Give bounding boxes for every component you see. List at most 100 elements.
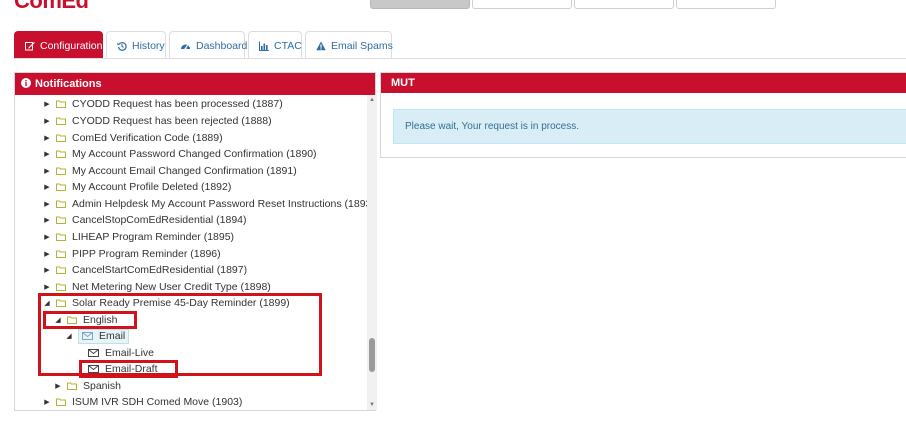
tab-email-spams[interactable]: Email Spams	[305, 31, 393, 59]
caret-down-icon[interactable]: ◢	[42, 295, 52, 311]
tree-item-label[interactable]: CancelStartComEdResidential (1897)	[72, 264, 247, 276]
tab-dashboard-label: Dashboard	[196, 39, 248, 52]
folder-icon	[56, 134, 66, 142]
tree-item-label[interactable]: ComEd Verification Code (1889)	[72, 132, 223, 144]
tree-item[interactable]: ▶ Spanish	[53, 378, 121, 394]
top-nav-button-4[interactable]	[676, 0, 776, 9]
tree-item-label[interactable]: Spanish	[83, 380, 121, 392]
tab-history[interactable]: History	[106, 31, 166, 59]
caret-right-icon[interactable]: ▶	[42, 179, 52, 195]
bar-chart-icon	[259, 41, 269, 51]
tree-item[interactable]: ▶ ComEd Verification Code (1889)	[42, 130, 223, 146]
tree-item-label[interactable]: Email-Draft	[105, 363, 158, 375]
tree-item-label[interactable]: Admin Helpdesk My Account Password Reset…	[72, 198, 367, 210]
notifications-panel: Notifications ▶ CYODD Request has been p…	[14, 72, 377, 411]
dashboard-icon	[180, 41, 191, 51]
tree-item[interactable]: ▶ CYODD Request has been processed (1887…	[42, 96, 283, 112]
tree-scrollbar[interactable]: ▲ ▼	[367, 95, 377, 410]
caret-right-icon[interactable]: ▶	[42, 96, 52, 112]
tree-item[interactable]: ▶ CYODD Request has been rejected (1888)	[42, 113, 272, 129]
notifications-title: Notifications	[35, 78, 102, 90]
tree-item-label[interactable]: My Account Password Changed Confirmation…	[72, 148, 317, 160]
envelope-icon	[88, 349, 99, 357]
caret-right-icon[interactable]: ▶	[42, 394, 52, 410]
caret-right-icon[interactable]: ▶	[42, 279, 52, 295]
folder-icon	[67, 316, 77, 324]
tree-item-expanded[interactable]: ◢ Email	[64, 328, 130, 344]
scrollbar-thumb[interactable]	[369, 338, 375, 372]
tree-item-label[interactable]: My Account Email Changed Confirmation (1…	[72, 165, 297, 177]
tab-configuration-label: Configuration	[40, 39, 103, 52]
detail-title: MUT	[391, 77, 415, 89]
tree-item[interactable]: ▶ CancelStopComEdResidential (1894)	[42, 212, 247, 228]
tree-item[interactable]: ▶ My Account Email Changed Confirmation …	[42, 163, 297, 179]
folder-icon	[56, 183, 66, 191]
caret-right-icon[interactable]: ▶	[42, 212, 52, 228]
tree-item-label[interactable]: ISUM IVR SDH Comed Move (1903)	[72, 396, 242, 408]
caret-right-icon[interactable]: ▶	[42, 262, 52, 278]
caret-right-icon[interactable]: ▶	[42, 246, 52, 262]
tree-item-label[interactable]: PIPP Program Reminder (1896)	[72, 248, 221, 260]
top-nav-button-3[interactable]	[574, 0, 674, 9]
caret-right-icon[interactable]: ▶	[53, 378, 63, 394]
tree-item[interactable]: ▶ ISUM IVR SDH Comed Move (1903)	[42, 394, 242, 410]
tree-item-selected[interactable]: Email	[78, 328, 130, 344]
tree-item-label[interactable]: LIHEAP Program Reminder (1895)	[72, 231, 234, 243]
caret-right-icon[interactable]: ▶	[42, 130, 52, 146]
tree-item[interactable]: ▶ PIPP Program Reminder (1896)	[42, 246, 221, 262]
tree-item-expanded[interactable]: ◢ Solar Ready Premise 45-Day Reminder (1…	[42, 295, 290, 311]
tree-item-label[interactable]: Solar Ready Premise 45-Day Reminder (189…	[72, 297, 290, 309]
tree-item[interactable]: ▶ CancelStartComEdResidential (1897)	[42, 262, 247, 278]
main-tabs: Configuration History Dashboard CTAC Ema…	[14, 31, 395, 59]
top-nav-button-1[interactable]	[370, 0, 470, 9]
warning-icon	[316, 41, 326, 51]
tree-item-label[interactable]: CancelStopComEdResidential (1894)	[72, 214, 247, 226]
notification-tree: ▶ CYODD Request has been processed (1887…	[15, 95, 367, 410]
folder-icon	[56, 398, 66, 406]
caret-right-icon[interactable]: ▶	[42, 113, 52, 129]
tree-item[interactable]: ▶ Net Metering New User Credit Type (189…	[42, 279, 271, 295]
scroll-up-arrow-icon[interactable]: ▲	[367, 95, 377, 105]
folder-icon	[56, 266, 66, 274]
tree-item[interactable]: ▶ My Account Password Changed Confirmati…	[42, 146, 317, 162]
detail-panel: MUT Please wait, Your request is in proc…	[380, 72, 906, 158]
tree-item[interactable]: ▶ LIHEAP Program Reminder (1895)	[42, 229, 234, 245]
caret-right-icon[interactable]: ▶	[42, 229, 52, 245]
info-icon	[21, 77, 31, 91]
tab-ctac-label: CTAC	[274, 39, 302, 52]
folder-icon	[56, 250, 66, 258]
tree-item-label[interactable]: Email-Live	[105, 347, 154, 359]
tree-item-label[interactable]: English	[83, 314, 117, 326]
tree-item[interactable]: ▶ My Account Profile Deleted (1892)	[42, 179, 231, 195]
folder-icon	[56, 100, 66, 108]
tree-item[interactable]: Email-Draft	[88, 361, 158, 377]
caret-down-icon[interactable]: ◢	[64, 328, 74, 344]
tree-item-label[interactable]: My Account Profile Deleted (1892)	[72, 181, 231, 193]
edit-icon	[25, 41, 35, 51]
caret-right-icon[interactable]: ▶	[42, 196, 52, 212]
tree-item[interactable]: ▶ Admin Helpdesk My Account Password Res…	[42, 196, 367, 212]
folder-icon	[56, 167, 66, 175]
caret-right-icon[interactable]: ▶	[42, 163, 52, 179]
tab-history-label: History	[132, 39, 165, 52]
folder-icon	[56, 200, 66, 208]
folder-icon	[67, 382, 77, 390]
tree-item[interactable]: Email-Live	[88, 345, 154, 361]
tab-dashboard[interactable]: Dashboard	[169, 31, 248, 59]
scroll-down-arrow-icon[interactable]: ▼	[367, 400, 377, 410]
tab-configuration[interactable]: Configuration	[14, 31, 103, 59]
notifications-header: Notifications	[15, 73, 375, 95]
folder-icon	[56, 299, 66, 307]
tree-item-label[interactable]: Net Metering New User Credit Type (1898)	[72, 281, 271, 293]
caret-down-icon[interactable]: ◢	[53, 312, 63, 328]
tree-item-label[interactable]: Email	[99, 330, 125, 342]
top-nav-button-2[interactable]	[472, 0, 572, 9]
tree-item-expanded[interactable]: ◢ English	[53, 312, 117, 328]
folder-icon	[56, 283, 66, 291]
comed-logo: ComEd®	[14, 0, 94, 13]
tree-item-label[interactable]: CYODD Request has been rejected (1888)	[72, 115, 272, 127]
loading-message: Please wait, Your request is in process.	[405, 121, 579, 132]
tree-item-label[interactable]: CYODD Request has been processed (1887)	[72, 98, 283, 110]
tab-ctac[interactable]: CTAC	[248, 31, 302, 59]
caret-right-icon[interactable]: ▶	[42, 146, 52, 162]
